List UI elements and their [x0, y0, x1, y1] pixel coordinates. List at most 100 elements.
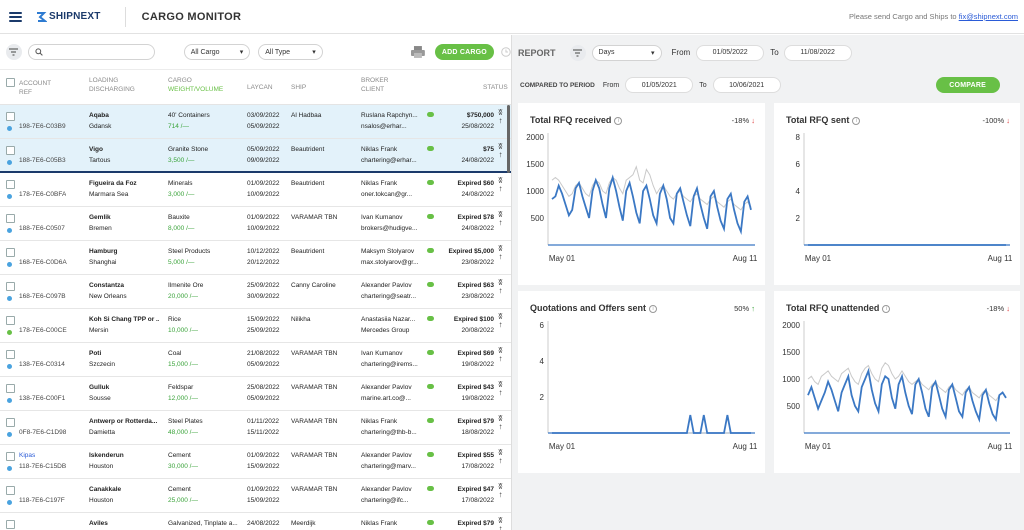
search-input[interactable] — [27, 44, 155, 60]
row-checkbox[interactable] — [6, 520, 15, 529]
scrollbar[interactable] — [507, 105, 510, 173]
contact-email-link[interactable]: fix@shipnext.com — [959, 12, 1018, 21]
cargo-ref[interactable]: 138-7E6-C00F1 — [19, 394, 65, 404]
cargo-ref[interactable]: 138-7E6-C0314 — [19, 360, 65, 370]
table-row[interactable]: 138-7E6-C0314 Poti Szczecin Coal 15,000 /— 21… — [0, 343, 511, 377]
table-row[interactable]: Aviles Galvanized, Tinplate a... 24/08/202… — [0, 513, 511, 530]
table-row[interactable]: 188-7E6-C0507 Gemlik Bremen Bauxite 8,000 /—… — [0, 207, 511, 241]
cargo-ref[interactable]: 0F8-7E6-C1D98 — [19, 428, 66, 438]
from-date-input[interactable]: 01/05/2022 — [696, 44, 765, 61]
period-select[interactable]: Days ▾ — [591, 44, 662, 61]
row-checkbox[interactable] — [6, 146, 15, 155]
ship-name[interactable]: VARAMAR TBN — [291, 213, 353, 223]
ship-name[interactable]: Meerdijk — [291, 519, 353, 529]
cargo-ref[interactable]: 188-7E6-C05B3 — [19, 156, 66, 166]
laycan-to: 10/09/2022 — [247, 191, 280, 198]
offer-actions[interactable]: ʬ ↑ — [496, 143, 505, 159]
cargo-ref[interactable]: 188-7E6-C0507 — [19, 224, 65, 234]
column-status[interactable]: STATUS — [483, 83, 508, 92]
report-filter-button[interactable] — [569, 44, 586, 61]
offer-actions[interactable]: ʬ ↑ — [496, 517, 505, 530]
table-row[interactable]: 198-7E6-C03B9 Aqaba Gdansk 40' Containers 71… — [0, 105, 511, 139]
column-laycan[interactable]: LAYCAN — [247, 83, 273, 92]
table-row[interactable]: 178-7E6-C0BFA Figueira da Foz Marmara Sea M… — [0, 173, 511, 207]
discharging-port: Szczecin — [89, 361, 116, 368]
ship-name[interactable]: Nilikha — [291, 315, 353, 325]
column-ship[interactable]: SHIP — [291, 83, 306, 92]
cargo-weight: 3,000 /— — [168, 191, 195, 198]
offer-actions[interactable]: ʬ ↑ — [496, 245, 505, 261]
offer-actions[interactable]: ʬ ↑ — [496, 177, 505, 193]
cargo-select[interactable]: All Cargo ▾ — [183, 44, 251, 60]
table-row[interactable]: 168-7E6-C097B Constantza New Orleans Ilmeni… — [0, 275, 511, 309]
offer-actions[interactable]: ʬ ↑ — [496, 109, 505, 125]
ship-name[interactable]: Al Hadbaa — [291, 111, 353, 121]
cargo-ref[interactable]: 168-7E6-C0D6A — [19, 258, 67, 268]
laycan-to: 05/09/2022 — [247, 395, 280, 402]
offer-actions[interactable]: ʬ ↑ — [496, 313, 505, 329]
row-checkbox[interactable] — [6, 282, 15, 291]
offer-actions[interactable]: ʬ ↑ — [496, 279, 505, 295]
table-row[interactable]: 168-7E6-C0D6A Hamburg Shanghai Steel Produc… — [0, 241, 511, 275]
cargo-ref[interactable]: 168-7E6-C097B — [19, 292, 66, 302]
account-name[interactable]: Kipas — [19, 451, 35, 461]
row-checkbox[interactable] — [6, 248, 15, 257]
ship-name[interactable]: Canny Caroline — [291, 281, 353, 291]
offer-actions[interactable]: ʬ ↑ — [496, 415, 505, 431]
row-checkbox[interactable] — [6, 418, 15, 427]
history-icon[interactable] — [501, 47, 511, 57]
ship-name[interactable]: VARAMAR TBN — [291, 349, 353, 359]
column-cargo[interactable]: CARGO WEIGHT/VOLUME — [168, 76, 223, 94]
compare-to-input[interactable]: 10/06/2021 — [712, 77, 781, 93]
cargo-weight: 20,000 /— — [168, 293, 198, 300]
select-all-checkbox[interactable] — [6, 78, 15, 87]
row-checkbox[interactable] — [6, 316, 15, 325]
menu-icon[interactable] — [9, 11, 22, 22]
offer-actions[interactable]: ʬ ↑ — [496, 211, 505, 227]
cargo-ref[interactable]: 178-7E6-C00CE — [19, 326, 67, 336]
row-checkbox[interactable] — [6, 180, 15, 189]
offer-actions[interactable]: ʬ ↑ — [496, 449, 505, 465]
table-row[interactable]: 178-7E6-C00CE Koh Si Chang TPP or ... Mers… — [0, 309, 511, 343]
to-date-input[interactable]: 11/08/2022 — [783, 44, 852, 61]
table-row[interactable]: 118-7E6-C197F Canakkale Houston Cement 25,00… — [0, 479, 511, 513]
column-account[interactable]: ACCOUNT REF — [19, 79, 51, 97]
column-broker[interactable]: BROKER CLIENT — [361, 76, 388, 94]
row-checkbox[interactable] — [6, 112, 15, 121]
add-cargo-button[interactable]: ADD CARGO — [434, 44, 495, 60]
row-checkbox[interactable] — [6, 350, 15, 359]
ship-name[interactable]: VARAMAR TBN — [291, 451, 353, 461]
compare-from-input[interactable]: 01/05/2021 — [625, 77, 694, 93]
row-checkbox[interactable] — [6, 486, 15, 495]
column-loading[interactable]: LOADING DISCHARGING — [89, 76, 135, 94]
ship-name[interactable]: VARAMAR TBN — [291, 485, 353, 495]
ship-name[interactable]: Beautrident — [291, 145, 353, 155]
period-select-value: Days — [598, 49, 615, 56]
row-checkbox[interactable] — [6, 452, 15, 461]
cargo-ref[interactable]: 118-7E6-C15DB — [19, 462, 66, 472]
offer-actions[interactable]: ʬ ↑ — [496, 381, 505, 397]
ship-name[interactable]: Beautrident — [291, 247, 353, 257]
table-row[interactable]: 138-7E6-C00F1 Gulluk Sousse Feldspar 12,000 … — [0, 377, 511, 411]
compare-button[interactable]: COMPARE — [935, 77, 1000, 93]
cargo-weight: 8,000 /— — [168, 225, 195, 232]
row-checkbox[interactable] — [6, 214, 15, 223]
ship-name[interactable]: Beautrident — [291, 179, 353, 189]
cargo-ref[interactable]: 198-7E6-C03B9 — [19, 122, 66, 132]
offer-actions[interactable]: ʬ ↑ — [496, 483, 505, 499]
table-row[interactable]: 188-7E6-C05B3 Vigo Tartous Granite Stone 3,5… — [0, 139, 511, 173]
top-bar: SHIPNEXT CARGO MONITOR Please send Cargo… — [0, 0, 1024, 34]
ship-name[interactable]: VARAMAR TBN — [291, 417, 353, 427]
table-row[interactable]: 0F8-7E6-C1D98 Antwerp or Rotterda... Damie… — [0, 411, 511, 445]
cargo-ref[interactable]: 118-7E6-C197F — [19, 496, 65, 506]
type-select[interactable]: All Type ▾ — [258, 44, 323, 60]
print-icon[interactable] — [410, 46, 425, 58]
table-row[interactable]: Kipas 118-7E6-C15DB Iskenderun Houston Cemen… — [0, 445, 511, 479]
filter-button[interactable] — [6, 44, 22, 60]
x-tick-label: May 01 — [549, 442, 576, 451]
row-checkbox[interactable] — [6, 384, 15, 393]
offer-actions[interactable]: ʬ ↑ — [496, 347, 505, 363]
ship-name[interactable]: VARAMAR TBN — [291, 383, 353, 393]
cargo-ref[interactable]: 178-7E6-C0BFA — [19, 190, 66, 200]
logo[interactable]: SHIPNEXT — [35, 11, 101, 23]
